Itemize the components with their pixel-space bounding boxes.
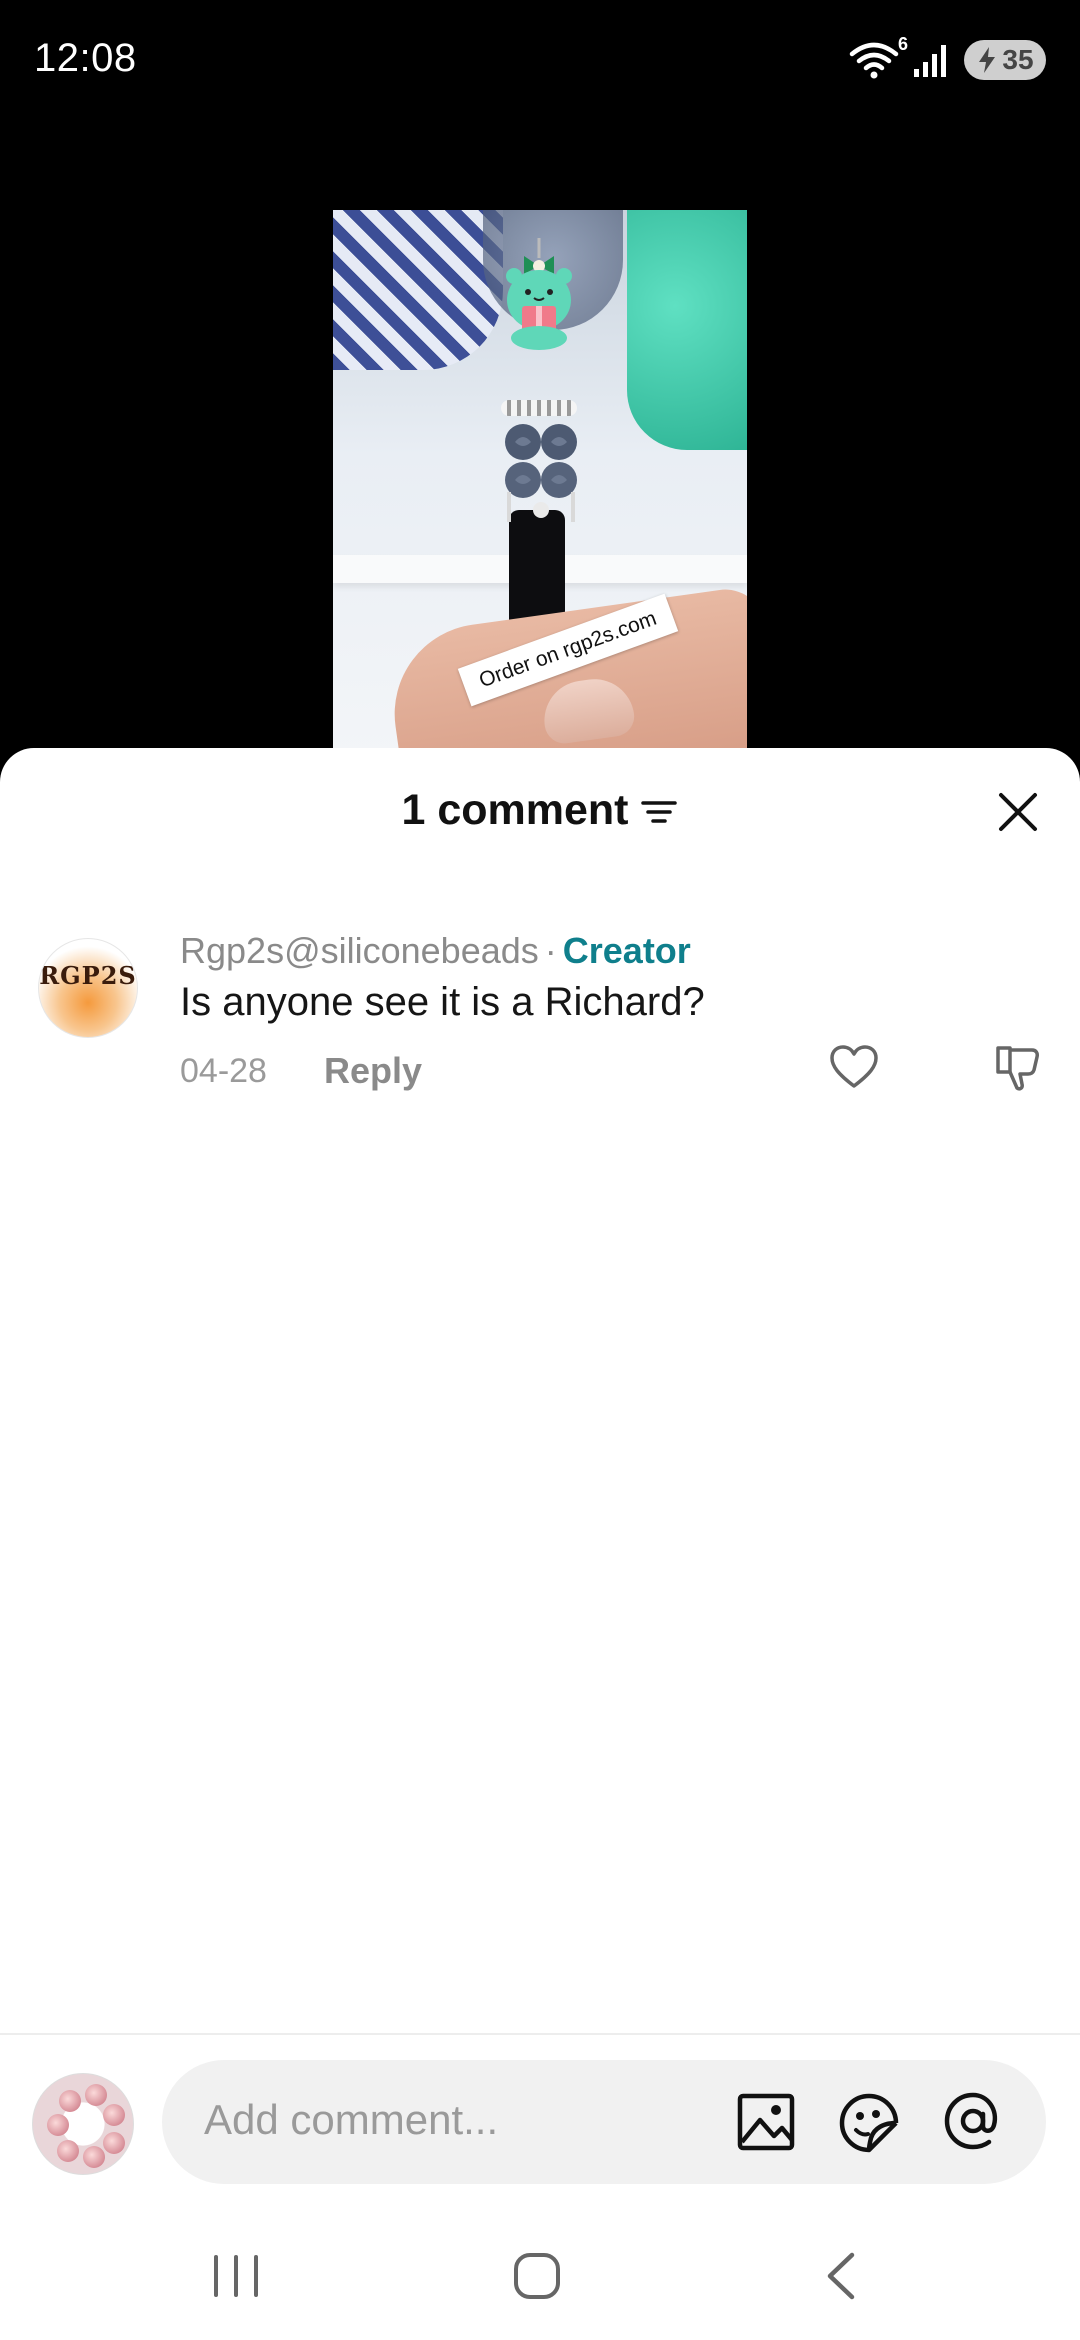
recent-apps-icon[interactable]	[206, 2253, 266, 2299]
commenter-avatar[interactable]: RGP2S	[38, 938, 138, 1038]
comments-count: 1 comment	[401, 786, 629, 834]
comment-author[interactable]: Rgp2s@siliconebeads	[180, 930, 539, 972]
heart-icon[interactable]	[828, 1042, 880, 1094]
avatar-logo-text: RGP2S	[39, 961, 137, 990]
status-time: 12:08	[34, 36, 137, 80]
bead	[85, 2084, 107, 2106]
comment-input-bar: Add comment...	[0, 2033, 1080, 2193]
comment-input-placeholder: Add comment...	[204, 2096, 499, 2143]
bead	[57, 2140, 79, 2162]
status-icons: 6 35	[848, 34, 1046, 82]
comment-item[interactable]: RGP2S Rgp2s@siliconebeads · Creator Is a…	[0, 888, 1080, 1091]
bead	[59, 2090, 81, 2112]
bear-charm	[506, 238, 572, 350]
bead	[103, 2132, 125, 2154]
comment-date: 04-28	[180, 1052, 267, 1090]
user-avatar[interactable]	[32, 2073, 134, 2175]
close-button[interactable]	[990, 784, 1046, 840]
rhinestone-ring	[501, 400, 577, 416]
signal-icon	[914, 45, 946, 77]
creator-badge: Creator	[562, 930, 691, 971]
battery-level: 35	[1002, 44, 1034, 75]
comments-title: 1 comment	[0, 786, 1080, 835]
sheet-header: 1 comment	[0, 748, 1080, 872]
wifi-badge: 6	[897, 34, 908, 54]
comment-input[interactable]: Add comment...	[162, 2060, 1046, 2184]
wifi-icon: 6	[848, 34, 908, 80]
background-bag	[333, 210, 503, 370]
comment-text: Is anyone see it is a Richard?	[180, 980, 705, 1024]
reply-button[interactable]: Reply	[324, 1050, 422, 1092]
bead	[47, 2114, 69, 2136]
home-icon[interactable]	[512, 2251, 562, 2301]
navigation-bar	[0, 2193, 1080, 2340]
background-bag	[627, 210, 747, 450]
bead	[103, 2104, 125, 2126]
back-icon[interactable]	[818, 2249, 866, 2303]
image-icon[interactable]	[736, 2092, 796, 2152]
at-icon[interactable]	[940, 2088, 1006, 2154]
comment-author-line: Rgp2s@siliconebeads · Creator	[180, 930, 691, 972]
separator-dot: ·	[544, 930, 557, 971]
rose-beads	[505, 424, 577, 522]
charging-bolt-icon	[979, 47, 996, 73]
bead	[83, 2146, 105, 2168]
sticker-icon[interactable]	[838, 2092, 900, 2154]
close-icon	[999, 793, 1037, 831]
video-preview[interactable]: Order on rgp2s.com	[333, 210, 747, 755]
battery-icon: 35	[964, 40, 1046, 80]
filter-icon[interactable]	[639, 791, 679, 831]
thumbs-down-icon[interactable]	[992, 1042, 1044, 1094]
status-bar: 12:08 6 35	[0, 0, 1080, 120]
